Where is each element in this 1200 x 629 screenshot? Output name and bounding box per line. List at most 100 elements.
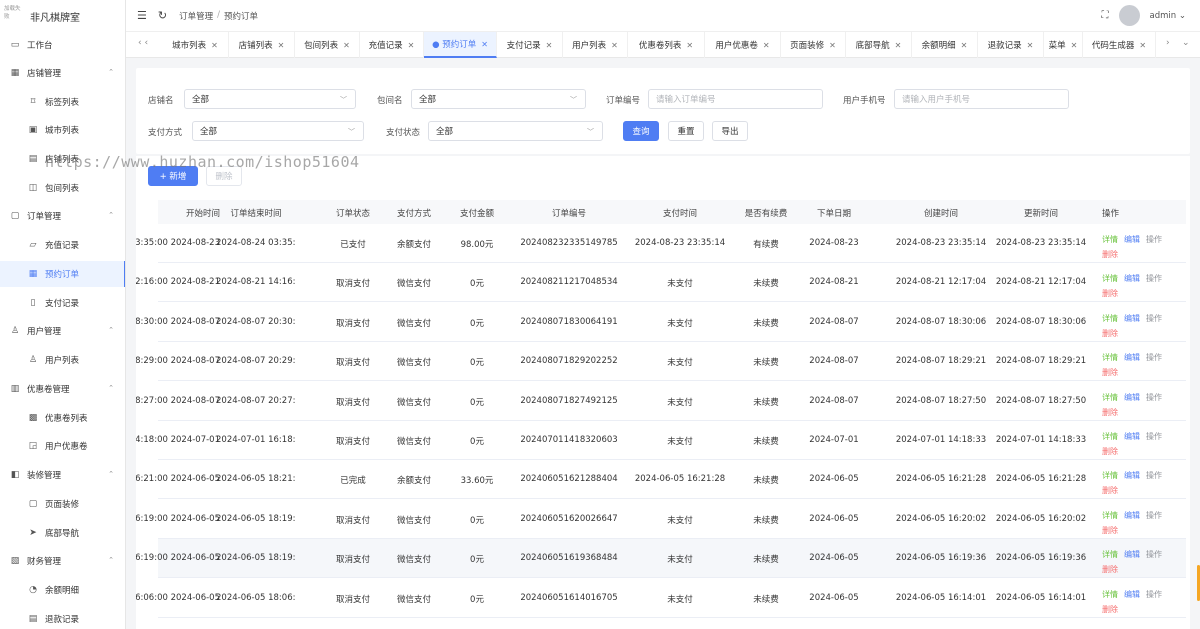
phone-input[interactable]: 请输入用户手机号: [894, 89, 1069, 109]
sidebar-item[interactable]: ◧ 装修管理 ⌃: [0, 462, 125, 488]
sidebar-item[interactable]: ▥ 优惠卷管理 ⌃: [0, 376, 125, 402]
more-link[interactable]: 操作: [1146, 314, 1162, 323]
tab[interactable]: 用户优惠卷 ✕: [705, 32, 781, 58]
sidebar-item[interactable]: ▦ 预约订单: [0, 261, 125, 287]
edit-link[interactable]: 编辑: [1124, 432, 1140, 441]
close-icon[interactable]: ✕: [278, 41, 285, 50]
close-icon[interactable]: ✕: [961, 41, 968, 50]
tab[interactable]: 页面装修 ✕: [781, 32, 846, 58]
edit-link[interactable]: 编辑: [1124, 353, 1140, 362]
delete-link[interactable]: 删除: [1102, 408, 1118, 417]
detail-link[interactable]: 详情: [1102, 235, 1118, 244]
user-dropdown[interactable]: admin ⌄: [1150, 11, 1186, 21]
close-icon[interactable]: ✕: [763, 41, 770, 50]
sidebar-item[interactable]: ◫ 包间列表: [0, 175, 125, 201]
close-icon[interactable]: ✕: [343, 41, 350, 50]
delete-link[interactable]: 删除: [1102, 289, 1118, 298]
tabs-scroll-left-icon[interactable]: ‹ ‹: [138, 38, 148, 48]
tab[interactable]: 包间列表 ✕: [295, 32, 360, 58]
sidebar-item[interactable]: ◲ 用户优惠卷: [0, 433, 125, 459]
tab[interactable]: ● 预约订单 ✕: [424, 32, 497, 58]
table-row[interactable]: 2024-08-07 18:30:002024-08-07 20:30:00 取消…: [136, 303, 1186, 342]
sidebar-item[interactable]: ➤ 底部导航: [0, 520, 125, 546]
sidebar-item[interactable]: ▱ 充值记录: [0, 232, 125, 258]
sidebar-item[interactable]: ▣ 城市列表: [0, 117, 125, 143]
sidebar-item[interactable]: ♙ 用户管理 ⌃: [0, 318, 125, 344]
tabs-scroll-right-icon[interactable]: ›: [1166, 38, 1170, 48]
edit-link[interactable]: 编辑: [1124, 393, 1140, 402]
close-icon[interactable]: ✕: [686, 41, 693, 50]
edit-link[interactable]: 编辑: [1124, 590, 1140, 599]
detail-link[interactable]: 详情: [1102, 511, 1118, 520]
detail-link[interactable]: 详情: [1102, 274, 1118, 283]
tab[interactable]: 代码生成器 ✕: [1083, 32, 1156, 58]
detail-link[interactable]: 详情: [1102, 393, 1118, 402]
fullscreen-icon[interactable]: ⛶: [1102, 10, 1109, 21]
tab[interactable]: 充值记录 ✕: [360, 32, 424, 58]
tab[interactable]: 用户列表 ✕: [563, 32, 628, 58]
close-icon[interactable]: ✕: [481, 40, 488, 49]
table-row[interactable]: 2024-08-23 23:35:002024-08-24 03:35:00 已支…: [136, 224, 1186, 263]
table-row[interactable]: 2024-06-05 16:19:002024-06-05 18:19:00 取消…: [136, 500, 1186, 539]
tab[interactable]: 退款记录 ✕: [978, 32, 1044, 58]
pay-method-select[interactable]: 全部 ﹀: [192, 121, 364, 141]
more-link[interactable]: 操作: [1146, 393, 1162, 402]
more-link[interactable]: 操作: [1146, 550, 1162, 559]
delete-link[interactable]: 删除: [1102, 605, 1118, 614]
tab[interactable]: 支付记录 ✕: [497, 32, 563, 58]
table-row[interactable]: 2024-07-01 14:18:002024-07-01 16:18:00 取消…: [136, 421, 1186, 460]
sidebar-item[interactable]: ▢ 订单管理 ⌃: [0, 203, 125, 229]
menu-toggle-icon[interactable]: ☰: [137, 9, 147, 22]
more-link[interactable]: 操作: [1146, 511, 1162, 520]
table-row[interactable]: 2024-06-05 16:19:002024-06-05 18:19:00 取消…: [136, 539, 1186, 579]
reset-button[interactable]: 重置: [668, 121, 704, 141]
detail-link[interactable]: 详情: [1102, 314, 1118, 323]
delete-link[interactable]: 删除: [1102, 329, 1118, 338]
tab[interactable]: 优惠卷列表 ✕: [628, 32, 705, 58]
search-button[interactable]: 查询: [623, 121, 659, 141]
detail-link[interactable]: 详情: [1102, 590, 1118, 599]
sidebar-item[interactable]: ♙ 用户列表: [0, 347, 125, 373]
sidebar-item[interactable]: ▯ 支付记录: [0, 290, 125, 316]
refresh-icon[interactable]: ↻: [158, 9, 167, 22]
delete-link[interactable]: 删除: [1102, 526, 1118, 535]
detail-link[interactable]: 详情: [1102, 432, 1118, 441]
close-icon[interactable]: ✕: [1139, 41, 1146, 50]
edit-link[interactable]: 编辑: [1124, 274, 1140, 283]
tab[interactable]: 城市列表 ✕: [162, 32, 229, 58]
close-icon[interactable]: ✕: [211, 41, 218, 50]
close-icon[interactable]: ✕: [895, 41, 902, 50]
edit-link[interactable]: 编辑: [1124, 314, 1140, 323]
edit-link[interactable]: 编辑: [1124, 550, 1140, 559]
sidebar-item[interactable]: ▦ 店铺管理 ⌃: [0, 60, 125, 86]
shop-select[interactable]: 全部 ﹀: [184, 89, 356, 109]
close-icon[interactable]: ✕: [1027, 41, 1034, 50]
breadcrumb-item[interactable]: 订单管理: [179, 10, 213, 22]
sidebar-item[interactable]: ▩ 优惠卷列表: [0, 405, 125, 431]
sidebar-item[interactable]: ▤ 退款记录: [0, 606, 125, 629]
table-row[interactable]: 2024-08-21 12:16:002024-08-21 14:16:00 取消…: [136, 263, 1186, 303]
edit-link[interactable]: 编辑: [1124, 235, 1140, 244]
more-link[interactable]: 操作: [1146, 353, 1162, 362]
table-row[interactable]: 2024-06-05 16:21:002024-06-05 18:21:00 已完…: [136, 460, 1186, 500]
more-link[interactable]: 操作: [1146, 471, 1162, 480]
room-select[interactable]: 全部 ﹀: [411, 89, 586, 109]
detail-link[interactable]: 详情: [1102, 550, 1118, 559]
more-link[interactable]: 操作: [1146, 590, 1162, 599]
more-link[interactable]: 操作: [1146, 274, 1162, 283]
close-icon[interactable]: ✕: [408, 41, 415, 50]
tab[interactable]: 菜单 ✕: [1044, 32, 1083, 58]
detail-link[interactable]: 详情: [1102, 353, 1118, 362]
delete-link[interactable]: 删除: [1102, 368, 1118, 377]
delete-link[interactable]: 删除: [1102, 565, 1118, 574]
tabs-dropdown-icon[interactable]: ⌄: [1182, 38, 1190, 48]
delete-link[interactable]: 删除: [1102, 486, 1118, 495]
more-link[interactable]: 操作: [1146, 432, 1162, 441]
close-icon[interactable]: ✕: [546, 41, 553, 50]
close-icon[interactable]: ✕: [1071, 41, 1078, 50]
pay-status-select[interactable]: 全部 ﹀: [428, 121, 603, 141]
tab[interactable]: 店铺列表 ✕: [229, 32, 295, 58]
sidebar-item[interactable]: ▭ 工作台: [0, 32, 125, 58]
tab[interactable]: 底部导航 ✕: [846, 32, 912, 58]
export-button[interactable]: 导出: [712, 121, 748, 141]
